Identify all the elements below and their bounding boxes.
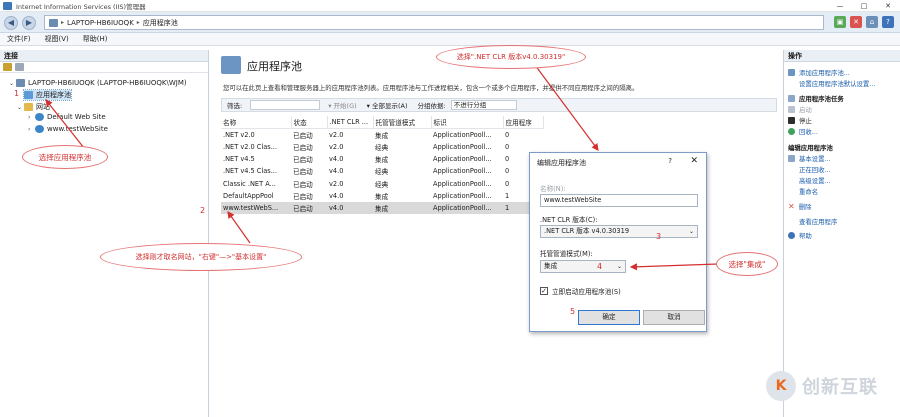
brand-logo-icon: K xyxy=(766,371,796,401)
watermark-logo: K 创新互联 xyxy=(766,371,878,401)
arrow-to-pipeline-mode xyxy=(629,263,719,271)
annotation-right-click: 选择刚才取名网站，"右键"—>"基本设置" xyxy=(100,243,302,271)
annotation-select-integrated: 选择"集成" xyxy=(716,252,778,276)
step-number: 3 xyxy=(656,232,662,241)
arrow-to-clr-version xyxy=(534,64,599,151)
step-number: 2 xyxy=(200,206,206,215)
brand-text: 创新互联 xyxy=(802,377,878,398)
annotation-select-clr: 选择".NET CLR 版本v4.0.30319" xyxy=(436,45,586,69)
arrow-to-test-site xyxy=(227,211,251,244)
annotation-select-pool: 选择应用程序池 xyxy=(22,145,108,169)
step-number: 1 xyxy=(14,89,20,98)
step-number: 4 xyxy=(597,262,603,271)
step-number: 5 xyxy=(570,307,576,316)
